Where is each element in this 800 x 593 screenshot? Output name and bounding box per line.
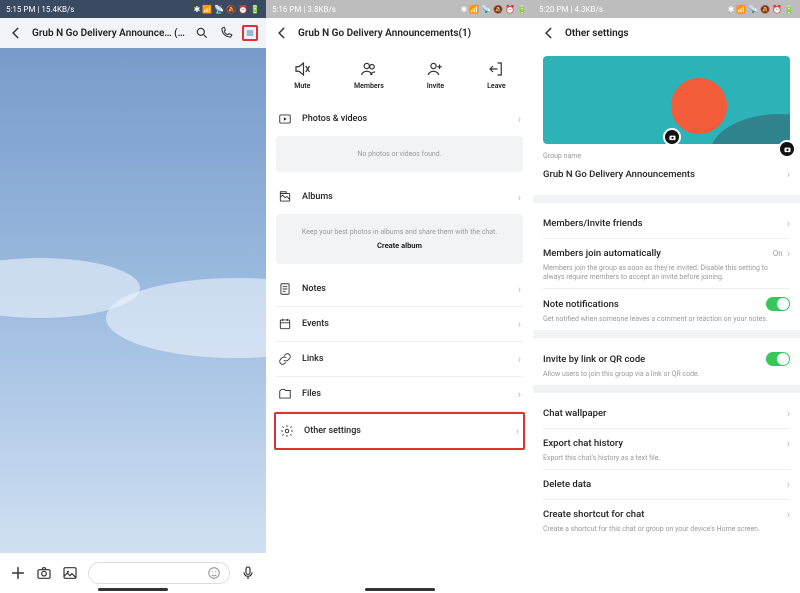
members-button[interactable]: Members xyxy=(354,60,384,90)
chat-background xyxy=(0,48,266,593)
back-icon[interactable] xyxy=(8,25,24,41)
screen-chat-info: 5:16 PM | 3.8KB/s ✱ 📶 📡 🔕 ⏰ 🔋 Grub N Go … xyxy=(266,0,533,593)
status-bar: 5:16 PM | 3.8KB/s ✱ 📶 📡 🔕 ⏰ 🔋 xyxy=(266,0,533,18)
camera-icon[interactable] xyxy=(778,140,796,158)
leave-button[interactable]: Leave xyxy=(487,60,506,90)
home-indicator xyxy=(98,588,168,591)
emoji-icon[interactable] xyxy=(207,566,221,580)
files-row[interactable]: Files› xyxy=(276,377,523,411)
screen-chat: 5:15 PM | 15.4KB/s ✱ 📶 📡 🔕 ⏰ 🔋 Grub N Go… xyxy=(0,0,266,593)
info-header: Grub N Go Delivery Announcements(1) xyxy=(266,18,533,48)
note-notif-sub: Get notified when someone leaves a comme… xyxy=(543,315,790,324)
camera-icon[interactable] xyxy=(663,128,681,144)
mute-button[interactable]: Mute xyxy=(293,60,311,90)
plus-icon[interactable] xyxy=(10,565,26,581)
group-name-label: Group name xyxy=(543,152,790,160)
delete-row[interactable]: Delete data› xyxy=(543,470,790,499)
settings-title: Other settings xyxy=(565,28,792,39)
menu-icon[interactable] xyxy=(242,25,258,41)
status-bar: 5:20 PM | 4.3KB/s ✱ 📶 📡 🔕 ⏰ 🔋 xyxy=(533,0,800,18)
invite-button[interactable]: Invite xyxy=(426,60,444,90)
photos-empty: No photos or videos found. xyxy=(276,136,523,172)
chat-header: Grub N Go Delivery Announce… (1) xyxy=(0,18,266,48)
search-icon[interactable] xyxy=(194,25,210,41)
info-title: Grub N Go Delivery Announcements(1) xyxy=(298,28,525,39)
albums-row[interactable]: Albums› xyxy=(276,180,523,214)
auto-join-sub: Members join the group as soon as they'r… xyxy=(543,264,790,282)
photos-row[interactable]: Photos & videos› xyxy=(276,102,523,136)
group-cover[interactable] xyxy=(543,56,790,144)
screen-other-settings: 5:20 PM | 4.3KB/s ✱ 📶 📡 🔕 ⏰ 🔋 Other sett… xyxy=(533,0,800,593)
invite-link-sub: Allow users to join this group via a lin… xyxy=(543,370,790,379)
gallery-icon[interactable] xyxy=(62,565,78,581)
call-icon[interactable] xyxy=(218,25,234,41)
message-input[interactable] xyxy=(88,562,230,584)
status-bar: 5:15 PM | 15.4KB/s ✱ 📶 📡 🔕 ⏰ 🔋 xyxy=(0,0,266,18)
notes-row[interactable]: Notes› xyxy=(276,272,523,306)
wallpaper-row[interactable]: Chat wallpaper› xyxy=(543,399,790,428)
camera-icon[interactable] xyxy=(36,565,52,581)
events-row[interactable]: Events› xyxy=(276,307,523,341)
group-name-row[interactable]: Grub N Go Delivery Announcements› xyxy=(543,160,790,189)
export-sub: Export this chat's history as a text fil… xyxy=(543,454,790,463)
mic-icon[interactable] xyxy=(240,565,256,581)
settings-header: Other settings xyxy=(533,18,800,48)
links-row[interactable]: Links› xyxy=(276,342,523,376)
composer-bar xyxy=(0,553,266,593)
chat-title: Grub N Go Delivery Announce… (1) xyxy=(32,28,186,39)
home-indicator xyxy=(365,588,435,591)
back-icon[interactable] xyxy=(541,25,557,41)
toggle-on-icon[interactable] xyxy=(766,352,790,366)
back-icon[interactable] xyxy=(274,25,290,41)
shortcut-sub: Create a shortcut for this chat or group… xyxy=(543,525,790,534)
albums-empty[interactable]: Keep your best photos in albums and shar… xyxy=(276,214,523,264)
other-settings-row[interactable]: Other settings› xyxy=(274,412,525,450)
toggle-on-icon[interactable] xyxy=(766,297,790,311)
members-row[interactable]: Members/Invite friends› xyxy=(543,209,790,238)
